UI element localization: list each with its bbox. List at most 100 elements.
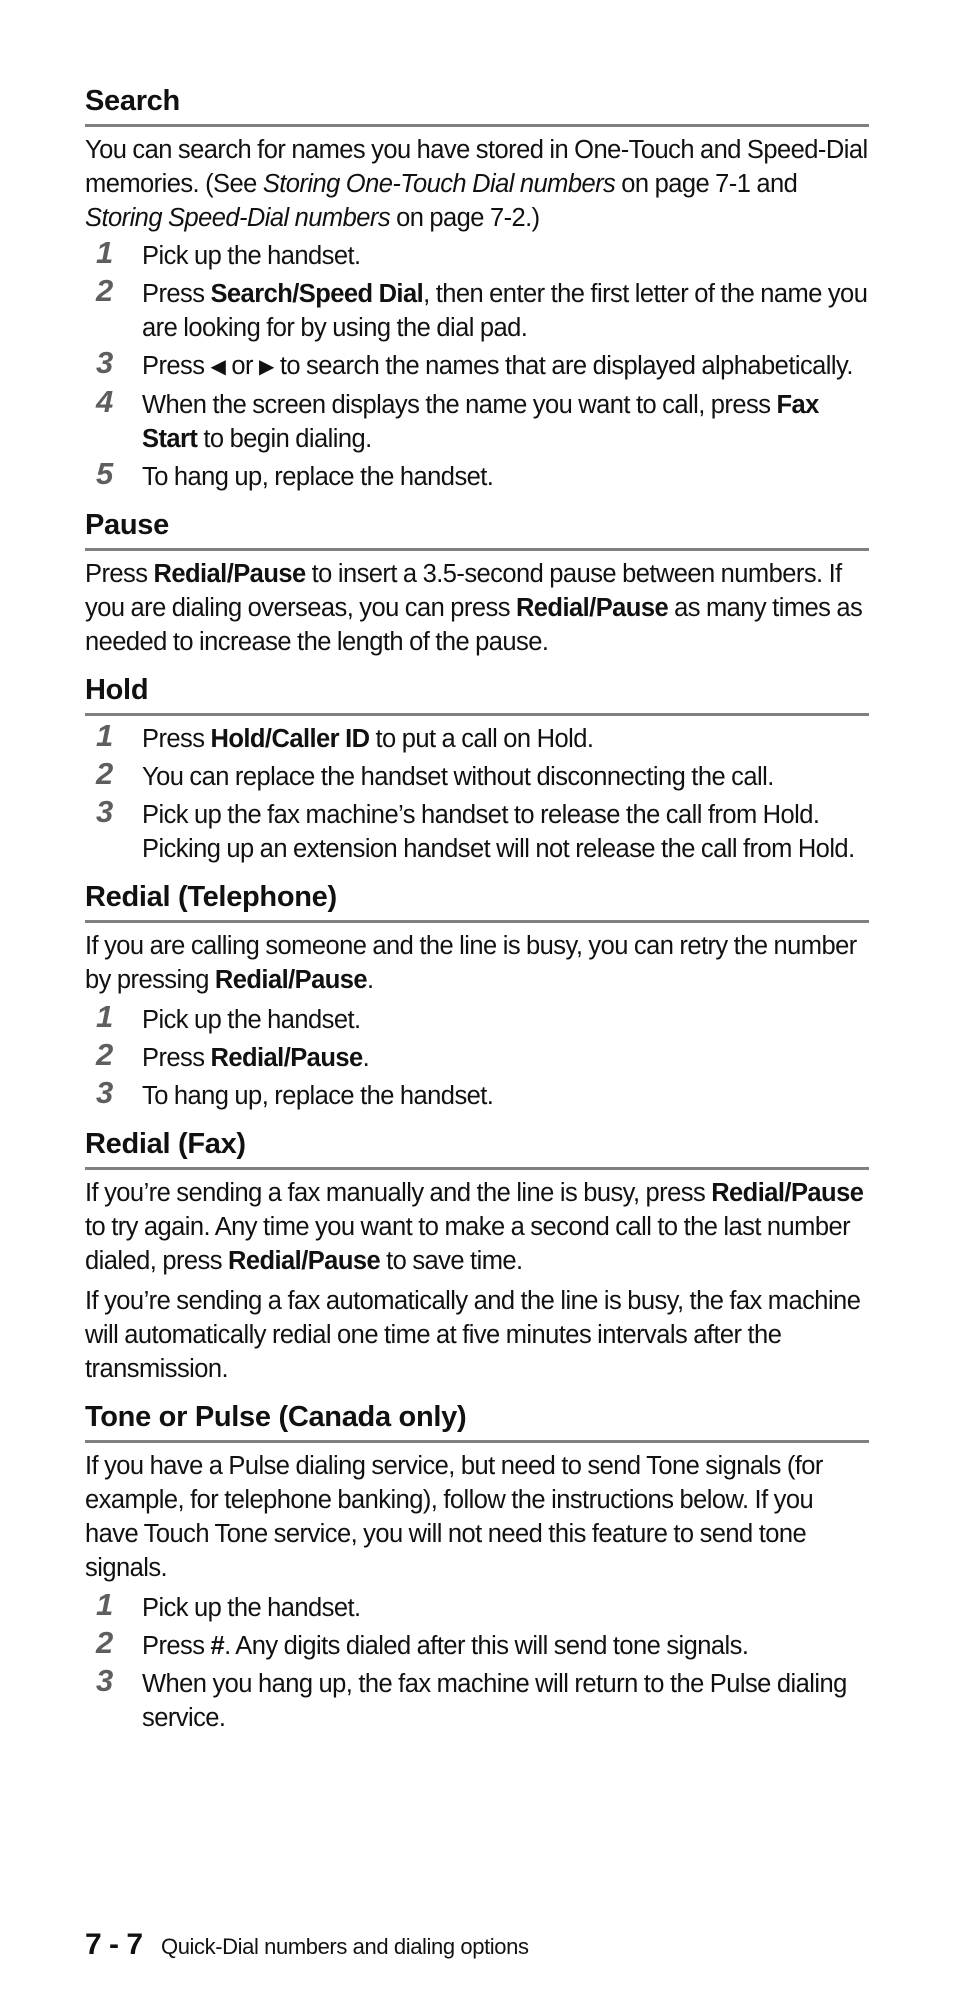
- step-number: 3: [96, 345, 114, 380]
- section-redial-telephone: Redial (Telephone) If you are calling so…: [85, 880, 869, 1113]
- step-number: 1: [96, 235, 114, 270]
- text-run: Press: [142, 280, 211, 308]
- step-item: 3 When you hang up, the fax machine will…: [85, 1663, 869, 1735]
- text-run: on page 7-1 and: [615, 170, 798, 198]
- key-name: Redial/Pause: [227, 1247, 381, 1275]
- key-name: Redial/Pause: [515, 594, 669, 622]
- step-item: 2 Press Search/Speed Dial, then enter th…: [85, 273, 869, 345]
- section-pause: Pause Press Redial/Pause to insert a 3.5…: [85, 508, 869, 659]
- section-intro: You can search for names you have stored…: [85, 133, 869, 235]
- step-item: 2 You can replace the handset without di…: [85, 756, 869, 794]
- step-list: 1 Pick up the handset. 2 Press Redial/Pa…: [85, 999, 869, 1113]
- section-tone-or-pulse: Tone or Pulse (Canada only) If you have …: [85, 1400, 869, 1735]
- page-footer: 7 - 7 Quick-Dial numbers and dialing opt…: [85, 1928, 529, 1962]
- page-number: 7 - 7: [85, 1928, 143, 1961]
- text-run: to search the names that are displayed a…: [273, 352, 854, 380]
- section-heading: Redial (Fax): [85, 1127, 869, 1170]
- step-item: 1 Pick up the handset.: [85, 235, 869, 273]
- step-number: 1: [96, 718, 114, 753]
- step-number: 3: [96, 1075, 114, 1110]
- text-run: Press: [142, 1044, 211, 1072]
- step-text: Press Hold/Caller ID to put a call on Ho…: [142, 725, 594, 753]
- section-heading: Search: [85, 84, 869, 127]
- step-text: You can replace the handset without disc…: [142, 763, 774, 791]
- step-item: 4 When the screen displays the name you …: [85, 384, 869, 456]
- step-list: 1 Pick up the handset. 2 Press Search/Sp…: [85, 235, 869, 494]
- text-run: to save time.: [380, 1247, 523, 1275]
- section-hold: Hold 1 Press Hold/Caller ID to put a cal…: [85, 673, 869, 866]
- text-run: .: [362, 1044, 370, 1072]
- step-number: 1: [96, 999, 114, 1034]
- step-item: 1 Press Hold/Caller ID to put a call on …: [85, 718, 869, 756]
- section-heading: Tone or Pulse (Canada only): [85, 1400, 869, 1443]
- step-item: 3 To hang up, replace the handset.: [85, 1075, 869, 1113]
- key-name: Redial/Pause: [153, 560, 306, 588]
- key-name: Redial/Pause: [711, 1179, 864, 1207]
- step-item: 5 To hang up, replace the handset.: [85, 456, 869, 494]
- step-item: 2 Press #. Any digits dialed after this …: [85, 1625, 869, 1663]
- step-text: Pick up the handset.: [142, 242, 361, 270]
- text-run: Press: [142, 1632, 211, 1660]
- step-text: When you hang up, the fax machine will r…: [142, 1670, 847, 1732]
- section-paragraph: If you are calling someone and the line …: [85, 929, 869, 997]
- step-number: 1: [96, 1587, 114, 1622]
- step-number: 2: [96, 756, 114, 791]
- text-run: to put a call on Hold.: [369, 725, 594, 753]
- text-run: Press: [85, 560, 154, 588]
- step-text: Press Redial/Pause.: [142, 1044, 370, 1072]
- step-number: 5: [96, 456, 114, 491]
- text-run: .: [367, 966, 374, 994]
- step-text: Press Search/Speed Dial, then enter the …: [142, 280, 868, 342]
- key-name: #: [210, 1632, 225, 1660]
- step-number: 3: [96, 794, 114, 829]
- step-number: 3: [96, 1663, 114, 1698]
- step-item: 1 Pick up the handset.: [85, 999, 869, 1037]
- section-paragraph: Press Redial/Pause to insert a 3.5-secon…: [85, 557, 869, 659]
- step-number: 2: [96, 1037, 114, 1072]
- text-run: When the screen displays the name you wa…: [142, 391, 777, 419]
- step-item: 1 Pick up the handset.: [85, 1587, 869, 1625]
- section-search: Search You can search for names you have…: [85, 84, 869, 494]
- step-number: 2: [96, 273, 114, 308]
- step-number: 4: [96, 384, 114, 419]
- text-run: Press: [142, 725, 211, 753]
- section-paragraph: If you’re sending a fax automatically an…: [85, 1287, 861, 1383]
- section-paragraph: If you’re sending a fax manually and the…: [85, 1176, 869, 1278]
- text-run: If you’re sending a fax manually and the…: [85, 1179, 712, 1207]
- section-redial-fax: Redial (Fax) If you’re sending a fax man…: [85, 1127, 869, 1386]
- section-heading: Pause: [85, 508, 869, 551]
- section-heading: Hold: [85, 673, 869, 716]
- step-text: Pick up the handset.: [142, 1594, 361, 1622]
- key-name: Search/Speed Dial: [210, 280, 424, 308]
- text-run: or: [225, 352, 259, 380]
- key-name: Redial/Pause: [210, 1044, 363, 1072]
- text-run: . Any digits dialed after this will send…: [224, 1632, 749, 1660]
- manual-page: Search You can search for names you have…: [85, 84, 869, 1735]
- text-run: on page 7-2.): [390, 204, 540, 232]
- step-item: 2 Press Redial/Pause.: [85, 1037, 869, 1075]
- left-arrow-icon: ◀: [210, 356, 226, 378]
- key-name: Hold/Caller ID: [210, 725, 370, 753]
- chapter-title: Quick-Dial numbers and dialing options: [160, 1934, 529, 1959]
- step-item: 3 Press ◀ or ▶ to search the names that …: [85, 345, 869, 384]
- step-text: To hang up, replace the handset.: [142, 463, 494, 491]
- step-text: Press ◀ or ▶ to search the names that ar…: [142, 352, 853, 380]
- step-list: 1 Press Hold/Caller ID to put a call on …: [85, 718, 869, 866]
- step-text: To hang up, replace the handset.: [142, 1082, 494, 1110]
- section-paragraph: If you have a Pulse dialing service, but…: [85, 1452, 823, 1582]
- text-run: If you are calling someone and the line …: [85, 932, 857, 994]
- right-arrow-icon: ▶: [258, 356, 274, 378]
- step-text: Pick up the fax machine’s handset to rel…: [142, 801, 855, 863]
- cross-reference: Storing Speed-Dial numbers: [85, 204, 391, 232]
- step-list: 1 Pick up the handset. 2 Press #. Any di…: [85, 1587, 869, 1735]
- text-run: Press: [142, 352, 211, 380]
- text-run: to begin dialing.: [197, 425, 372, 453]
- section-heading: Redial (Telephone): [85, 880, 869, 923]
- step-text: Press #. Any digits dialed after this wi…: [142, 1632, 749, 1660]
- cross-reference: Storing One-Touch Dial numbers: [262, 170, 616, 198]
- step-number: 2: [96, 1625, 114, 1660]
- key-name: Redial/Pause: [214, 966, 368, 994]
- step-text: When the screen displays the name you wa…: [142, 391, 819, 453]
- step-text: Pick up the handset.: [142, 1006, 361, 1034]
- step-item: 3 Pick up the fax machine’s handset to r…: [85, 794, 869, 866]
